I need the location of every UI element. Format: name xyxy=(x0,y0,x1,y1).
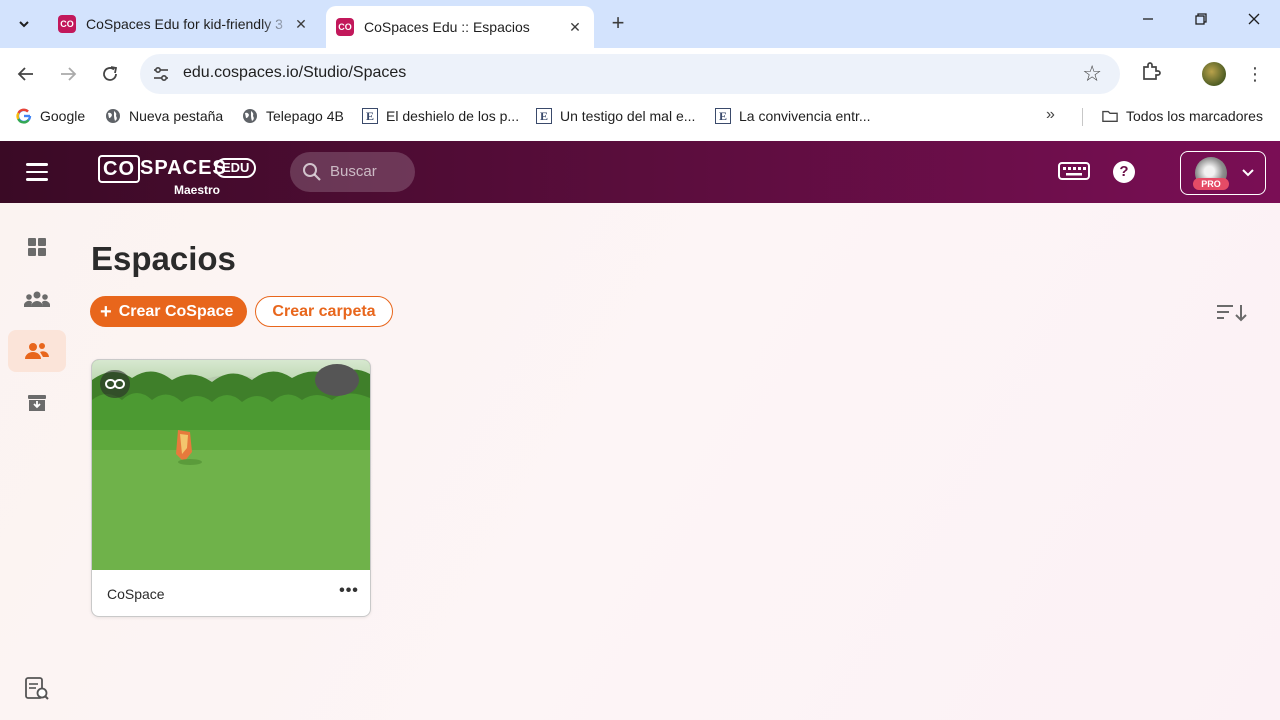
hamburger-menu-icon[interactable] xyxy=(26,163,48,181)
bookmarks-divider xyxy=(1082,108,1083,126)
bookmark-item[interactable]: E La convivencia entr... xyxy=(715,108,871,124)
chrome-profile-avatar[interactable] xyxy=(1202,62,1226,86)
cospace-card[interactable]: CoSpace ••• xyxy=(91,359,371,617)
create-folder-button[interactable]: Crear carpeta xyxy=(255,296,393,327)
back-arrow-icon[interactable] xyxy=(12,60,40,88)
new-tab-plus-icon[interactable]: + xyxy=(606,10,630,38)
forward-arrow-icon[interactable] xyxy=(54,60,82,88)
archive-box-icon xyxy=(28,395,46,411)
classes-group-icon xyxy=(24,291,50,307)
minimize-icon[interactable] xyxy=(1137,12,1159,34)
cospace-thumbnail[interactable] xyxy=(92,360,370,570)
google-icon xyxy=(16,108,32,124)
logo-spaces: SPACES xyxy=(140,157,227,179)
tab-title: CoSpaces Edu for kid-friendly 3 xyxy=(86,16,283,32)
sidebar-item-archive[interactable] xyxy=(8,382,66,424)
bookmark-item[interactable]: E El deshielo de los p... xyxy=(362,108,519,124)
sidebar-item-spaces[interactable] xyxy=(8,330,66,372)
link-icon xyxy=(100,370,130,398)
sort-order-icon[interactable] xyxy=(1216,303,1250,323)
class-code-keyboard-icon[interactable] xyxy=(1058,162,1090,182)
pro-badge: PRO xyxy=(1193,178,1229,190)
bookmark-item[interactable]: Telepago 4B xyxy=(242,108,344,124)
bookmark-item[interactable]: E Un testigo del mal e... xyxy=(536,108,695,124)
site-settings-icon[interactable] xyxy=(152,65,170,83)
bookmarks-bar: Google Nueva pestaña Telepago 4B E El de… xyxy=(0,100,1280,134)
more-options-icon[interactable]: ••• xyxy=(338,582,360,602)
cospaces-favicon-icon: CO xyxy=(336,18,354,36)
bookmark-label: Telepago 4B xyxy=(266,108,344,124)
bookmark-label: El deshielo de los p... xyxy=(386,108,520,124)
spaces-users-icon xyxy=(25,343,49,359)
chrome-menu-kebab-icon[interactable]: ⋮ xyxy=(1246,62,1264,86)
all-bookmarks-label: Todos los marcadores xyxy=(1126,108,1263,124)
cospaces-favicon-icon: CO xyxy=(58,15,76,33)
folder-icon xyxy=(1102,108,1118,124)
chevron-down-icon xyxy=(1242,169,1254,177)
bookmark-star-icon[interactable]: ☆ xyxy=(1082,61,1102,87)
globe-icon xyxy=(105,108,121,124)
bookmark-label: La convivencia entr... xyxy=(739,108,871,124)
e-icon: E xyxy=(715,108,731,124)
search-input[interactable]: Buscar xyxy=(290,152,415,192)
grid-dashboard-icon xyxy=(28,238,46,256)
e-icon: E xyxy=(362,108,378,124)
bookmark-label: Nueva pestaña xyxy=(129,108,224,124)
close-tab-icon[interactable]: ✕ xyxy=(566,19,584,36)
close-tab-icon[interactable]: ✕ xyxy=(292,16,310,33)
bookmark-item[interactable]: Nueva pestaña xyxy=(105,108,223,124)
close-window-icon[interactable] xyxy=(1243,12,1265,34)
help-question-icon[interactable]: ? xyxy=(1113,161,1135,183)
extensions-puzzle-icon[interactable] xyxy=(1140,60,1162,82)
user-account-menu[interactable]: PRO xyxy=(1180,151,1266,195)
e-icon: E xyxy=(536,108,552,124)
sidebar-item-classes[interactable] xyxy=(8,278,66,320)
create-cospace-label: Crear CoSpace xyxy=(118,302,234,320)
more-bookmarks-chevron-icon[interactable]: » xyxy=(1046,106,1055,124)
logo-edu: EDU xyxy=(215,158,257,178)
main-content: Espacios + Crear CoSpace Crear carpeta C… xyxy=(0,203,1280,720)
all-bookmarks-button[interactable]: Todos los marcadores xyxy=(1102,108,1263,124)
plus-icon: + xyxy=(100,300,112,323)
url-text: edu.cospaces.io/Studio/Spaces xyxy=(183,64,407,81)
bookmark-label: Google xyxy=(40,108,86,124)
logo-co: CO xyxy=(98,155,140,183)
address-bar[interactable]: edu.cospaces.io/Studio/Spaces ☆ xyxy=(140,54,1120,94)
create-cospace-button[interactable]: + Crear CoSpace xyxy=(90,296,247,327)
cospace-name: CoSpace xyxy=(107,586,165,602)
cospaces-logo[interactable]: CO SPACES EDU Maestro xyxy=(98,153,258,197)
restore-icon[interactable] xyxy=(1190,12,1212,34)
sidebar-item-dashboard[interactable] xyxy=(8,226,66,268)
app-header: CO SPACES EDU Maestro Buscar ? PRO xyxy=(0,141,1280,203)
bookmark-label: Un testigo del mal e... xyxy=(560,108,696,124)
feedback-review-icon[interactable] xyxy=(24,676,50,702)
tab-search-chevron-down-icon[interactable] xyxy=(10,10,38,38)
globe-icon xyxy=(242,108,258,124)
user-role-label: Maestro xyxy=(174,183,221,197)
bookmark-item[interactable]: Google xyxy=(16,108,85,124)
browser-tab-1[interactable]: CO CoSpaces Edu :: Espacios ✕ xyxy=(326,6,594,48)
create-folder-label: Crear carpeta xyxy=(272,302,376,320)
page-title: Espacios xyxy=(91,240,236,277)
browser-tab-bar: CO CoSpaces Edu for kid-friendly 3 ✕ CO … xyxy=(0,0,1280,48)
tab-title: CoSpaces Edu :: Espacios xyxy=(364,19,530,35)
search-placeholder: Buscar xyxy=(330,163,377,180)
browser-toolbar: edu.cospaces.io/Studio/Spaces ☆ ⋮ xyxy=(0,48,1280,100)
reload-icon[interactable] xyxy=(96,60,124,88)
browser-tab-0[interactable]: CO CoSpaces Edu for kid-friendly 3 ✕ xyxy=(48,8,320,40)
search-icon xyxy=(303,163,321,181)
